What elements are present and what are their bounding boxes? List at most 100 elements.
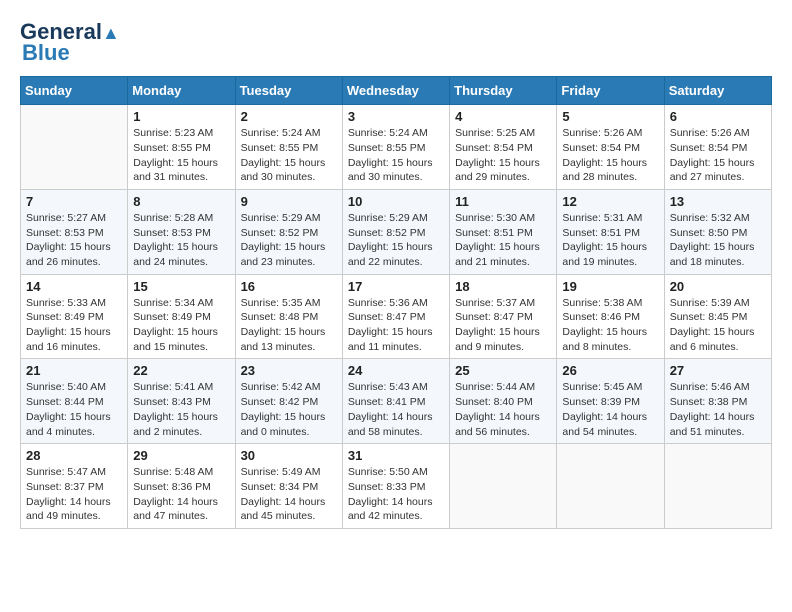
calendar-cell: 7Sunrise: 5:27 AM Sunset: 8:53 PM Daylig… [21,189,128,274]
calendar-cell: 18Sunrise: 5:37 AM Sunset: 8:47 PM Dayli… [450,274,557,359]
day-info: Sunrise: 5:48 AM Sunset: 8:36 PM Dayligh… [133,465,229,524]
calendar-cell: 14 Sunrise: 5:33 AM Sunset: 8:49 PM Dayli… [21,274,128,359]
calendar-week-row: 21 Sunrise: 5:40 AM Sunset: 8:44 PM Dayli… [21,359,772,444]
day-number: 3 [348,109,444,124]
calendar-cell: 24 Sunrise: 5:43 AM Sunset: 8:41 PM Dayli… [342,359,449,444]
day-info: Sunrise: 5:49 AM Sunset: 8:34 PM Dayligh… [241,465,337,524]
day-info: Sunrise: 5:33 AM Sunset: 8:49 PM Dayligh… [26,296,122,355]
day-info: Sunrise: 5:31 AM Sunset: 8:51 PM Dayligh… [562,211,658,270]
day-number: 11 [455,194,551,209]
day-info: Sunrise: 5:39 AM Sunset: 8:45 PM Dayligh… [670,296,766,355]
day-number: 14 [26,279,122,294]
day-number: 21 [26,363,122,378]
calendar-week-row: 7Sunrise: 5:27 AM Sunset: 8:53 PM Daylig… [21,189,772,274]
day-number: 12 [562,194,658,209]
day-info: Sunrise: 5:24 AM Sunset: 8:55 PM Dayligh… [348,126,444,185]
day-number: 17 [348,279,444,294]
calendar-cell: 15 Sunrise: 5:34 AM Sunset: 8:49 PM Dayli… [128,274,235,359]
day-info: Sunrise: 5:26 AM Sunset: 8:54 PM Dayligh… [670,126,766,185]
calendar-cell: 20 Sunrise: 5:39 AM Sunset: 8:45 PM Dayli… [664,274,771,359]
logo: General▲ Blue [20,20,120,66]
day-info: Sunrise: 5:43 AM Sunset: 8:41 PM Dayligh… [348,380,444,439]
calendar-cell: 6 Sunrise: 5:26 AM Sunset: 8:54 PM Daylig… [664,105,771,190]
day-number: 24 [348,363,444,378]
calendar-cell: 2 Sunrise: 5:24 AM Sunset: 8:55 PM Daylig… [235,105,342,190]
calendar-cell: 30Sunrise: 5:49 AM Sunset: 8:34 PM Dayli… [235,444,342,529]
day-info: Sunrise: 5:45 AM Sunset: 8:39 PM Dayligh… [562,380,658,439]
day-info: Sunrise: 5:44 AM Sunset: 8:40 PM Dayligh… [455,380,551,439]
calendar-week-row: 1Sunrise: 5:23 AM Sunset: 8:55 PM Daylig… [21,105,772,190]
day-header-friday: Friday [557,77,664,105]
calendar-cell: 3 Sunrise: 5:24 AM Sunset: 8:55 PM Daylig… [342,105,449,190]
calendar-cell: 31 Sunrise: 5:50 AM Sunset: 8:33 PM Dayli… [342,444,449,529]
day-info: Sunrise: 5:24 AM Sunset: 8:55 PM Dayligh… [241,126,337,185]
day-number: 16 [241,279,337,294]
day-info: Sunrise: 5:40 AM Sunset: 8:44 PM Dayligh… [26,380,122,439]
calendar-cell: 8 Sunrise: 5:28 AM Sunset: 8:53 PM Daylig… [128,189,235,274]
day-number: 20 [670,279,766,294]
day-header-saturday: Saturday [664,77,771,105]
day-number: 6 [670,109,766,124]
calendar-week-row: 14 Sunrise: 5:33 AM Sunset: 8:49 PM Dayli… [21,274,772,359]
day-number: 1 [133,109,229,124]
day-number: 9 [241,194,337,209]
calendar-week-row: 28 Sunrise: 5:47 AM Sunset: 8:37 PM Dayli… [21,444,772,529]
day-number: 22 [133,363,229,378]
calendar-cell: 28 Sunrise: 5:47 AM Sunset: 8:37 PM Dayli… [21,444,128,529]
calendar-cell: 5 Sunrise: 5:26 AM Sunset: 8:54 PM Daylig… [557,105,664,190]
day-info: Sunrise: 5:30 AM Sunset: 8:51 PM Dayligh… [455,211,551,270]
day-info: Sunrise: 5:27 AM Sunset: 8:53 PM Dayligh… [26,211,122,270]
calendar-cell: 27Sunrise: 5:46 AM Sunset: 8:38 PM Dayli… [664,359,771,444]
day-number: 10 [348,194,444,209]
day-info: Sunrise: 5:29 AM Sunset: 8:52 PM Dayligh… [241,211,337,270]
calendar-cell: 22 Sunrise: 5:41 AM Sunset: 8:43 PM Dayli… [128,359,235,444]
day-number: 15 [133,279,229,294]
calendar-cell: 17 Sunrise: 5:36 AM Sunset: 8:47 PM Dayli… [342,274,449,359]
calendar-cell: 11 Sunrise: 5:30 AM Sunset: 8:51 PM Dayli… [450,189,557,274]
day-number: 18 [455,279,551,294]
day-info: Sunrise: 5:28 AM Sunset: 8:53 PM Dayligh… [133,211,229,270]
day-info: Sunrise: 5:41 AM Sunset: 8:43 PM Dayligh… [133,380,229,439]
day-number: 23 [241,363,337,378]
day-info: Sunrise: 5:47 AM Sunset: 8:37 PM Dayligh… [26,465,122,524]
calendar-cell: 29 Sunrise: 5:48 AM Sunset: 8:36 PM Dayli… [128,444,235,529]
day-number: 29 [133,448,229,463]
day-info: Sunrise: 5:38 AM Sunset: 8:46 PM Dayligh… [562,296,658,355]
day-info: Sunrise: 5:36 AM Sunset: 8:47 PM Dayligh… [348,296,444,355]
calendar-cell: 1Sunrise: 5:23 AM Sunset: 8:55 PM Daylig… [128,105,235,190]
day-number: 19 [562,279,658,294]
calendar-cell: 12 Sunrise: 5:31 AM Sunset: 8:51 PM Dayli… [557,189,664,274]
day-info: Sunrise: 5:50 AM Sunset: 8:33 PM Dayligh… [348,465,444,524]
day-number: 27 [670,363,766,378]
calendar-cell [450,444,557,529]
calendar-cell: 9 Sunrise: 5:29 AM Sunset: 8:52 PM Daylig… [235,189,342,274]
day-header-thursday: Thursday [450,77,557,105]
logo-blue: Blue [22,40,70,66]
day-info: Sunrise: 5:25 AM Sunset: 8:54 PM Dayligh… [455,126,551,185]
day-number: 2 [241,109,337,124]
calendar-cell: 26Sunrise: 5:45 AM Sunset: 8:39 PM Dayli… [557,359,664,444]
day-info: Sunrise: 5:42 AM Sunset: 8:42 PM Dayligh… [241,380,337,439]
calendar-cell: 25 Sunrise: 5:44 AM Sunset: 8:40 PM Dayli… [450,359,557,444]
day-number: 5 [562,109,658,124]
calendar-header-row: SundayMondayTuesdayWednesdayThursdayFrid… [21,77,772,105]
calendar-cell [557,444,664,529]
day-number: 8 [133,194,229,209]
day-header-wednesday: Wednesday [342,77,449,105]
calendar-cell: 4Sunrise: 5:25 AM Sunset: 8:54 PM Daylig… [450,105,557,190]
day-info: Sunrise: 5:35 AM Sunset: 8:48 PM Dayligh… [241,296,337,355]
header: General▲ Blue [20,20,772,66]
calendar-cell: 21 Sunrise: 5:40 AM Sunset: 8:44 PM Dayli… [21,359,128,444]
calendar-table: SundayMondayTuesdayWednesdayThursdayFrid… [20,76,772,529]
calendar-cell: 23 Sunrise: 5:42 AM Sunset: 8:42 PM Dayli… [235,359,342,444]
day-number: 31 [348,448,444,463]
day-header-sunday: Sunday [21,77,128,105]
day-number: 25 [455,363,551,378]
calendar-cell: 10 Sunrise: 5:29 AM Sunset: 8:52 PM Dayli… [342,189,449,274]
day-info: Sunrise: 5:26 AM Sunset: 8:54 PM Dayligh… [562,126,658,185]
calendar-cell: 13Sunrise: 5:32 AM Sunset: 8:50 PM Dayli… [664,189,771,274]
day-number: 28 [26,448,122,463]
day-info: Sunrise: 5:34 AM Sunset: 8:49 PM Dayligh… [133,296,229,355]
day-info: Sunrise: 5:29 AM Sunset: 8:52 PM Dayligh… [348,211,444,270]
day-info: Sunrise: 5:32 AM Sunset: 8:50 PM Dayligh… [670,211,766,270]
